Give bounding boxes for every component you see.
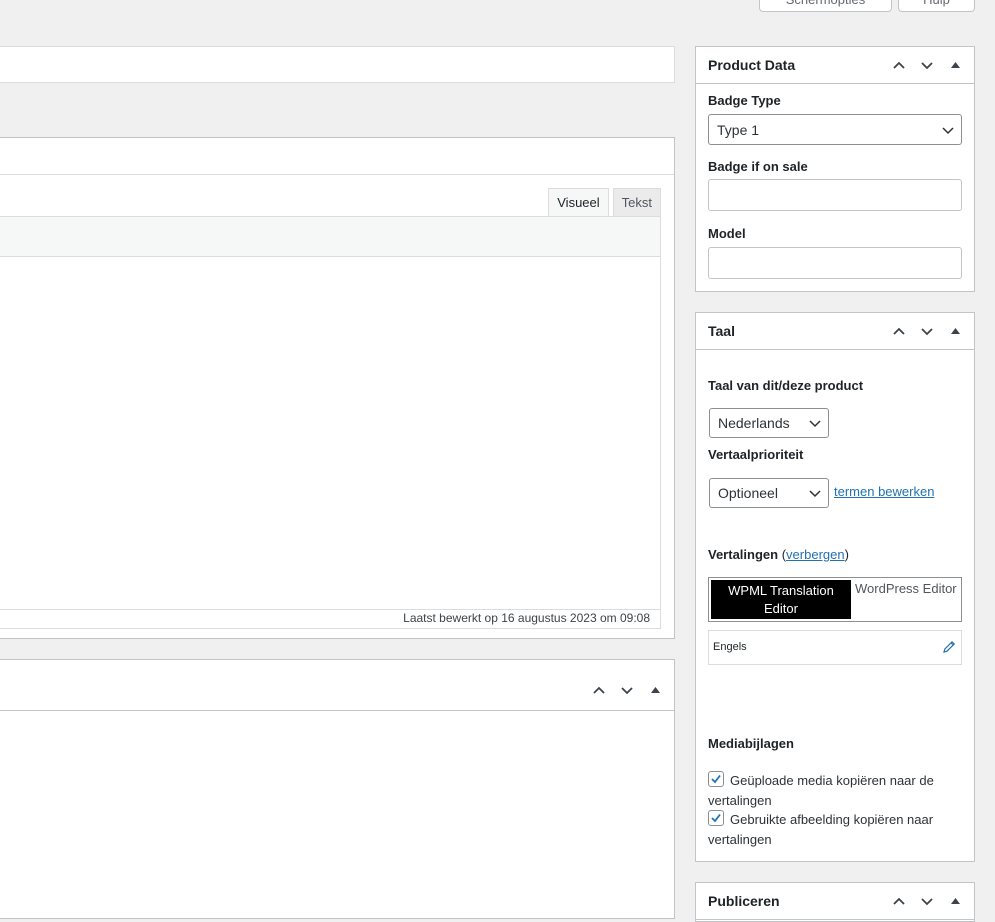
editor-tabs: Visueel Tekst [548, 188, 661, 217]
copy-media-option: Geüploade media kopiëren naar de vertali… [708, 771, 962, 811]
editor-content-area[interactable] [0, 257, 661, 609]
translation-editor-toggle: WPML Translation Editor WordPress Editor [708, 577, 962, 622]
publish-controls [886, 883, 968, 919]
editor-divider [0, 174, 674, 175]
chevron-up-icon[interactable] [886, 318, 912, 344]
editor-toolbar [0, 216, 661, 257]
translations-label: Vertalingen [708, 547, 779, 562]
badge-type-select[interactable]: Type 1 [708, 114, 962, 145]
chevron-up-icon[interactable] [886, 52, 912, 78]
checkmark-icon [711, 813, 721, 823]
help-button[interactable]: Hulp [898, 0, 975, 12]
chevron-up-icon[interactable] [886, 888, 912, 914]
priority-label: Vertaalprioriteit [708, 447, 804, 462]
title-input[interactable] [0, 46, 675, 83]
badge-type-value: Type 1 [717, 122, 760, 138]
hide-translations-link[interactable]: verbergen [786, 547, 845, 562]
triangle-up-icon[interactable] [942, 888, 968, 914]
chevron-down-icon[interactable] [614, 677, 640, 703]
bottom-metabox-controls [586, 672, 668, 708]
chevron-up-icon[interactable] [586, 677, 612, 703]
language-box: Taal Taal van dit/deze product Nederland… [695, 312, 975, 862]
publish-header: Publiceren [696, 883, 974, 920]
badge-type-label: Badge Type [708, 93, 781, 108]
copy-featured-image-checkbox[interactable] [708, 810, 724, 826]
triangle-up-icon[interactable] [942, 52, 968, 78]
priority-value: Optioneel [718, 485, 778, 501]
chevron-down-icon [942, 127, 954, 135]
screen-options-button[interactable]: Schermopties [759, 0, 892, 12]
model-label: Model [708, 226, 746, 241]
copy-media-checkbox[interactable] [708, 771, 724, 787]
edit-terms-link[interactable]: termen bewerken [834, 484, 934, 499]
triangle-up-icon[interactable] [942, 318, 968, 344]
tab-text[interactable]: Tekst [612, 188, 661, 217]
language-select[interactable]: Nederlands [709, 408, 829, 438]
content-editor: Visueel Tekst Laatst bewerkt op 16 augus… [0, 137, 675, 639]
last-edited-status: Laatst bewerkt op 16 augustus 2023 om 09… [0, 609, 661, 629]
media-label: Mediabijlagen [708, 736, 794, 751]
publish-box: Publiceren [695, 882, 975, 922]
badge-sale-input[interactable] [708, 179, 962, 211]
wordpress-editor-option[interactable]: WordPress Editor [853, 578, 961, 621]
translation-row-english: Engels [708, 630, 962, 665]
bottom-metabox [0, 659, 675, 919]
model-input[interactable] [708, 247, 962, 279]
product-data-header: Product Data [696, 47, 974, 84]
copy-featured-image-label: Gebruikte afbeelding kopiëren naar verta… [708, 812, 934, 847]
tab-visual[interactable]: Visueel [548, 188, 609, 217]
pencil-icon[interactable] [941, 639, 957, 655]
language-controls [886, 313, 968, 349]
chevron-down-icon [809, 420, 821, 428]
product-data-controls [886, 47, 968, 83]
triangle-up-icon[interactable] [642, 677, 668, 703]
translations-heading: Vertalingen (verbergen) [708, 547, 849, 562]
checkmark-icon [711, 774, 721, 784]
product-data-box: Product Data Badge Type Type 1 Badge if … [695, 46, 975, 292]
chevron-down-icon[interactable] [914, 318, 940, 344]
chevron-down-icon[interactable] [914, 888, 940, 914]
chevron-down-icon [809, 490, 821, 498]
chevron-down-icon[interactable] [914, 52, 940, 78]
badge-sale-label: Badge if on sale [708, 159, 808, 174]
language-value: Nederlands [718, 415, 790, 431]
wpml-translation-editor-option[interactable]: WPML Translation Editor [711, 580, 851, 619]
priority-select[interactable]: Optioneel [709, 478, 829, 508]
translation-language: Engels [713, 641, 747, 653]
bottom-metabox-header [0, 660, 674, 711]
copy-media-label: Geüploade media kopiëren naar de vertali… [708, 773, 934, 808]
copy-featured-image-option: Gebruikte afbeelding kopiëren naar verta… [708, 810, 962, 850]
language-header: Taal [696, 313, 974, 350]
language-label: Taal van dit/deze product [708, 378, 864, 393]
